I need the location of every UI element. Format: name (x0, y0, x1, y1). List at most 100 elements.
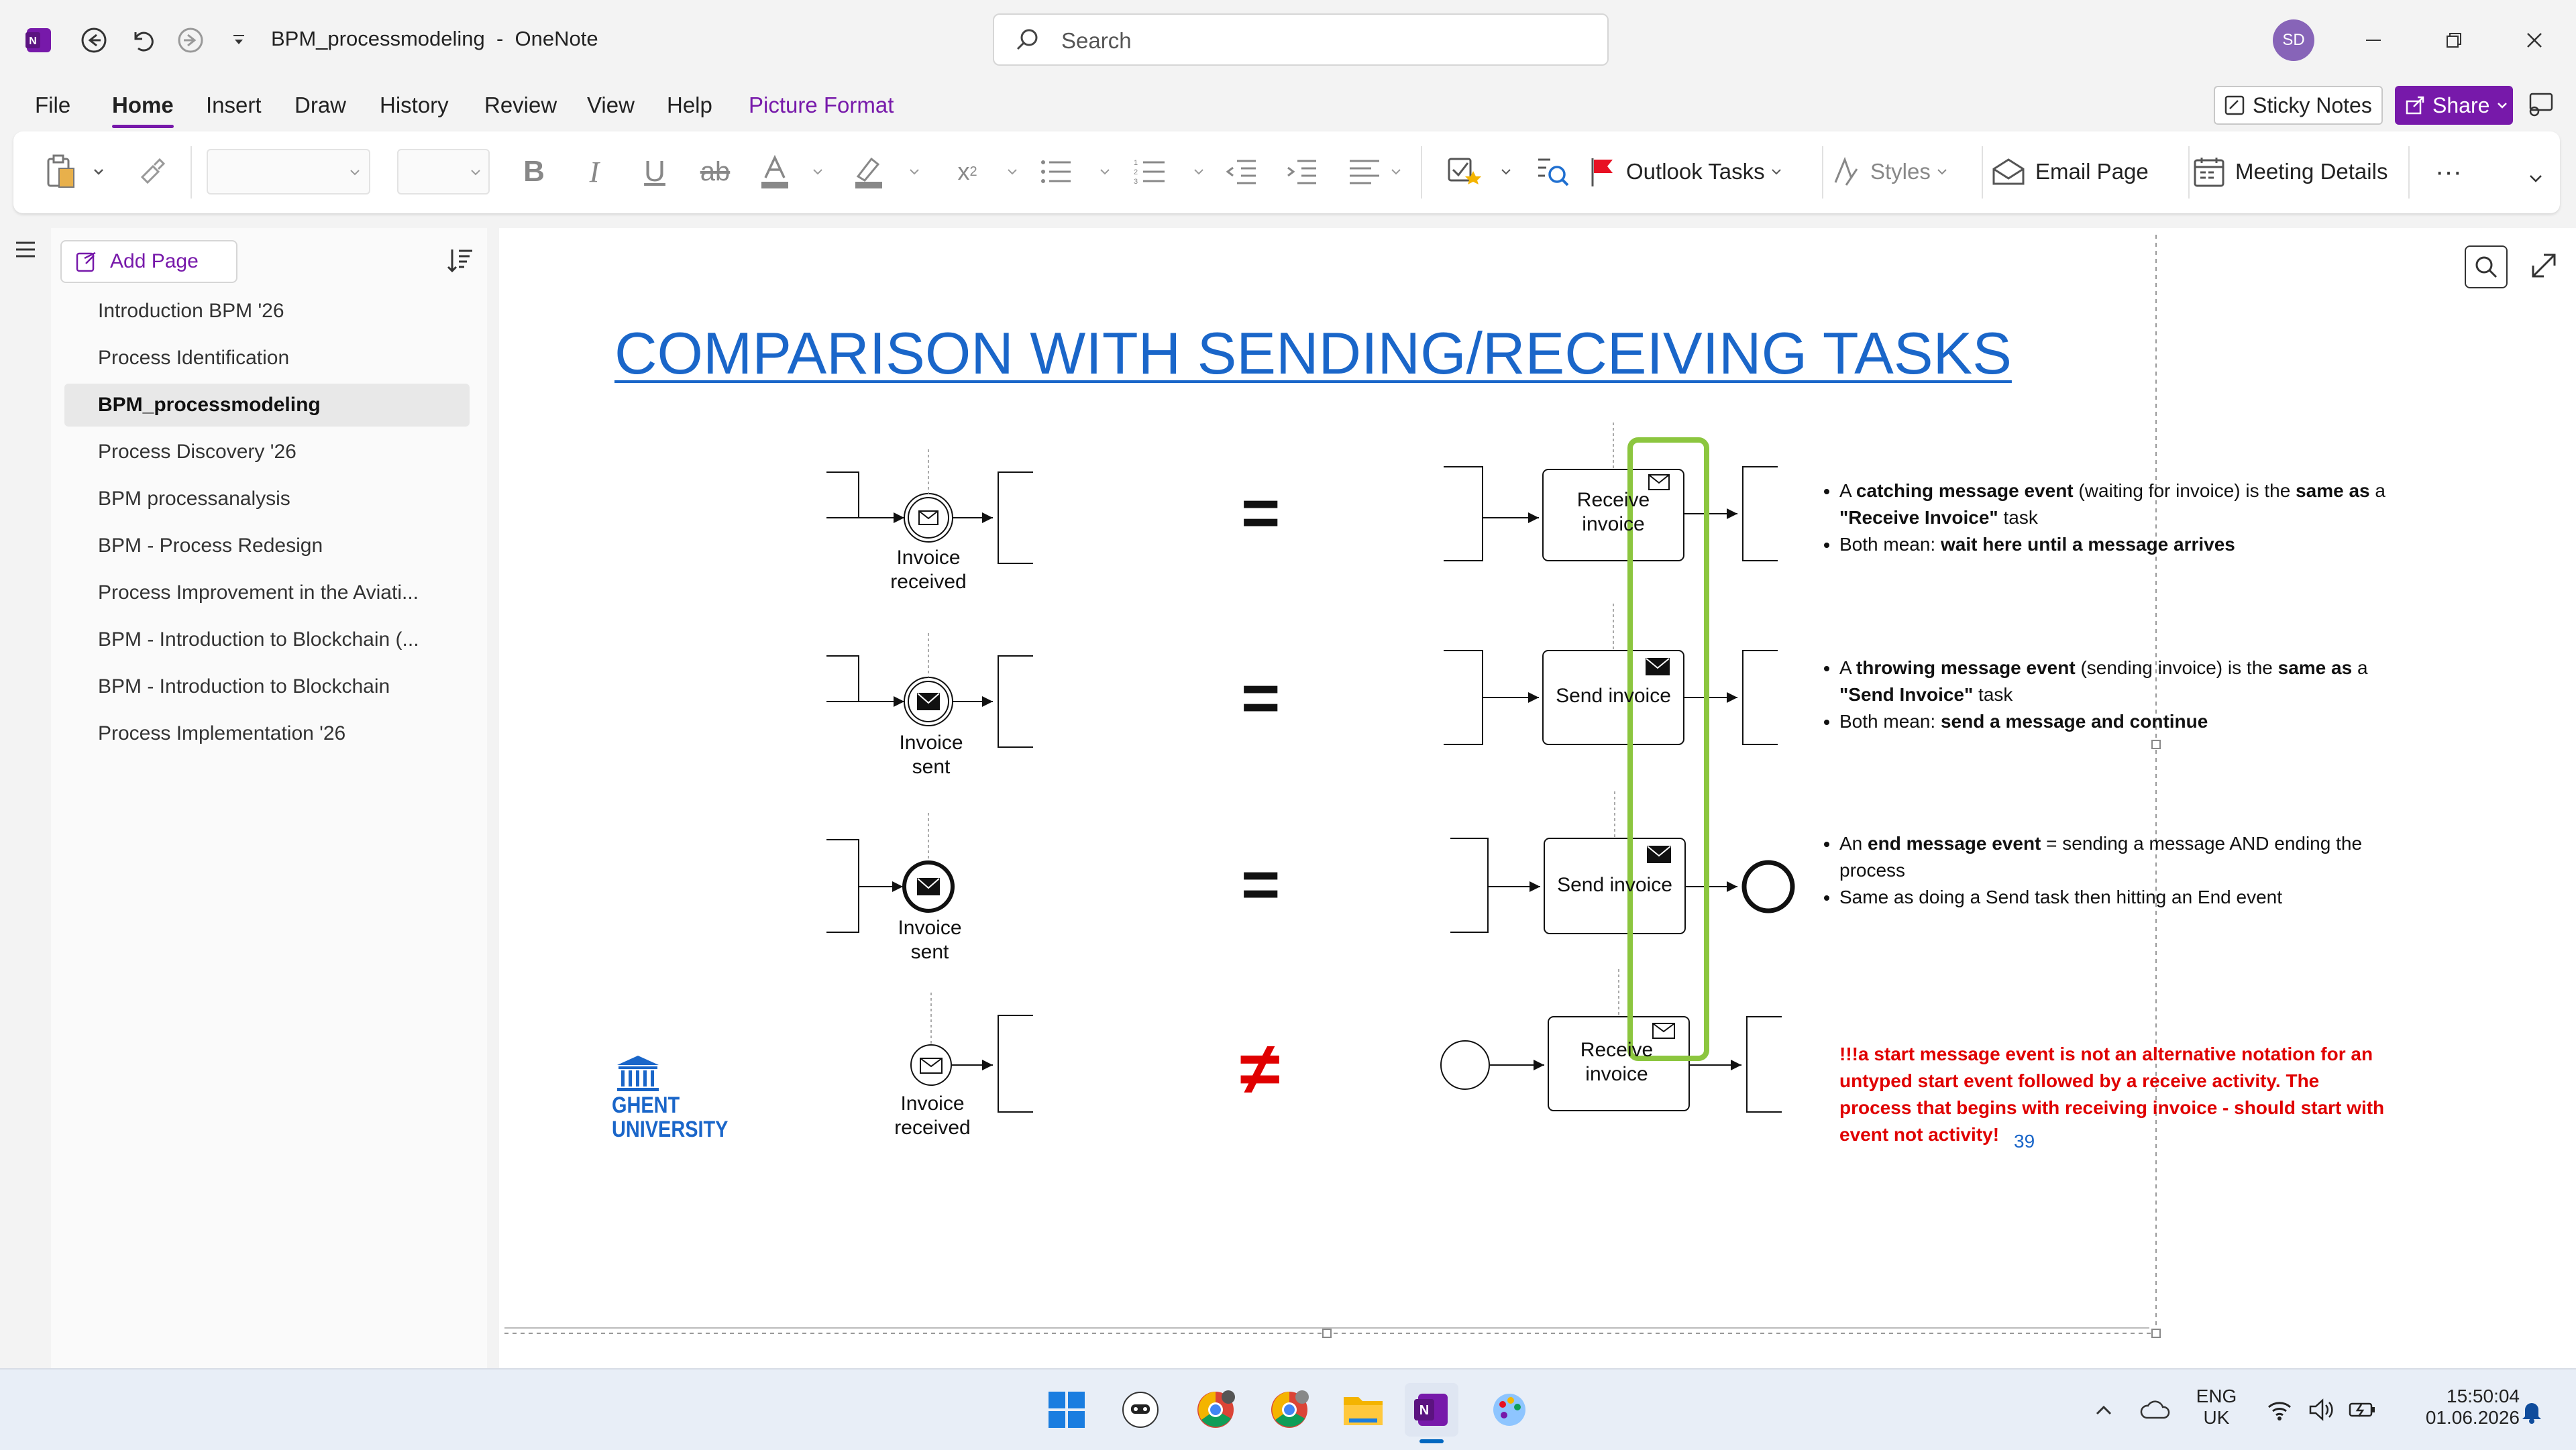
hamburger-icon[interactable] (12, 236, 39, 263)
find-tags-icon[interactable] (1531, 152, 1575, 192)
font-color-icon[interactable] (751, 152, 798, 192)
sort-icon[interactable] (445, 245, 475, 275)
back-icon[interactable] (74, 20, 114, 60)
menu-home[interactable]: Home (112, 93, 174, 118)
university-building-icon (617, 1056, 659, 1091)
menu-file[interactable]: File (35, 93, 70, 118)
font-size-dropdown[interactable] (397, 149, 490, 194)
more-options-icon[interactable]: ··· (2428, 152, 2469, 192)
svg-text:3: 3 (1134, 178, 1138, 185)
italic-icon[interactable]: I (574, 152, 614, 192)
chevron-down-icon[interactable] (1189, 152, 1209, 192)
page-item[interactable]: BPM processanalysis (51, 478, 470, 520)
menu-help[interactable]: Help (667, 93, 712, 118)
volume-icon[interactable] (2308, 1396, 2334, 1423)
paste-dropdown-icon[interactable] (89, 152, 109, 192)
share-button[interactable]: Share (2395, 86, 2513, 125)
cloud-icon[interactable] (2140, 1396, 2171, 1423)
subscript-icon[interactable]: x2 (947, 152, 987, 192)
page-item[interactable]: BPM - Introduction to Blockchain (51, 665, 470, 708)
search-icon (1016, 29, 1038, 50)
page-item[interactable]: Process Identification (51, 337, 470, 380)
styles-label: Styles (1870, 159, 1931, 184)
app-icon[interactable] (1114, 1383, 1167, 1437)
battery-icon[interactable] (2348, 1396, 2377, 1423)
chrome-profile-icon[interactable] (1263, 1383, 1316, 1437)
bold-icon[interactable]: B (514, 152, 554, 192)
page-search-icon[interactable] (2465, 245, 2508, 288)
svg-text:N: N (29, 36, 37, 47)
page-item[interactable]: BPM - Process Redesign (51, 524, 470, 567)
menu-review[interactable]: Review (484, 93, 557, 118)
numbering-icon[interactable]: 12 3 (1130, 152, 1170, 192)
bullet-item: Same as doing a Send task then hitting a… (1839, 884, 2416, 911)
undo-icon[interactable] (122, 20, 162, 60)
paint-icon[interactable] (1483, 1383, 1536, 1437)
chevron-down-icon[interactable] (904, 152, 924, 192)
chevron-down-icon[interactable] (1496, 152, 1516, 192)
chevron-up-icon[interactable] (2090, 1396, 2117, 1423)
quick-access-dropdown-icon[interactable] (219, 20, 259, 60)
highlight-icon[interactable] (845, 152, 892, 192)
feedback-icon[interactable] (2524, 89, 2557, 122)
event-label: Invoice received (890, 547, 967, 593)
ribbon-toolbar: B I U ab x2 123 Outlook Tasks Styles Ema… (13, 131, 2560, 213)
chevron-down-icon[interactable] (1002, 152, 1022, 192)
file-explorer-icon[interactable] (1336, 1383, 1390, 1437)
chrome-icon[interactable] (1189, 1383, 1242, 1437)
chevron-down-icon[interactable] (1095, 152, 1115, 192)
strikethrough-icon[interactable]: ab (695, 152, 735, 192)
menu-picture-format[interactable]: Picture Format (749, 93, 894, 118)
lane-bracket (1450, 838, 1489, 933)
language-indicator[interactable]: ENG UK (2190, 1386, 2243, 1429)
share-label: Share (2432, 93, 2490, 117)
minimize-icon[interactable] (2353, 20, 2394, 60)
decrease-indent-icon[interactable] (1221, 152, 1261, 192)
onenote-taskbar-icon[interactable]: N (1405, 1383, 1458, 1437)
menu-view[interactable]: View (587, 93, 635, 118)
add-page-button[interactable]: Add Page (60, 240, 237, 283)
underline-icon[interactable]: U (635, 152, 675, 192)
page-item[interactable]: Process Improvement in the Aviati... (51, 571, 470, 614)
notification-bell-icon[interactable] (2518, 1398, 2545, 1425)
chevron-down-icon[interactable] (808, 152, 828, 192)
svg-text:2: 2 (1134, 168, 1138, 176)
start-icon[interactable] (1040, 1383, 1093, 1437)
slide-page-number: 39 (2014, 1131, 2035, 1152)
add-page-label: Add Page (110, 250, 199, 272)
calendar-icon (2194, 158, 2224, 187)
menu-history[interactable]: History (380, 93, 449, 118)
restore-icon[interactable] (2434, 20, 2474, 60)
align-icon[interactable] (1344, 152, 1385, 192)
bullets-icon[interactable] (1036, 152, 1076, 192)
search-input[interactable]: Search (993, 13, 1609, 66)
forward-icon[interactable] (170, 20, 211, 60)
avatar[interactable]: SD (2273, 19, 2314, 61)
styles-button[interactable]: Styles (1831, 152, 1979, 192)
chevron-down-icon[interactable] (1386, 152, 1406, 192)
increase-indent-icon[interactable] (1281, 152, 1322, 192)
meeting-details-button[interactable]: Meeting Details (2192, 152, 2407, 192)
expand-ribbon-icon[interactable] (2522, 165, 2549, 192)
page-item-selected[interactable]: BPM_processmodeling (64, 384, 470, 427)
sticky-notes-button[interactable]: Sticky Notes (2214, 86, 2383, 125)
close-icon[interactable] (2514, 20, 2555, 60)
page-item[interactable]: BPM - Introduction to Blockchain (... (51, 618, 470, 661)
page-item[interactable]: Process Implementation '26 (51, 712, 470, 755)
page-item[interactable]: Introduction BPM '26 (51, 290, 470, 333)
equals-sign: = (1241, 661, 1281, 736)
clock[interactable]: 15:50:04 01.06.2026 (2392, 1386, 2520, 1429)
paste-icon[interactable] (39, 152, 83, 192)
email-page-button[interactable]: Email Page (1991, 152, 2186, 192)
font-family-dropdown[interactable] (207, 149, 370, 194)
menu-draw[interactable]: Draw (294, 93, 346, 118)
expand-icon[interactable] (2529, 251, 2559, 280)
wifi-icon[interactable] (2266, 1396, 2293, 1423)
outlook-tasks-button[interactable]: Outlook Tasks (1587, 152, 1809, 192)
menu-insert[interactable]: Insert (206, 93, 262, 118)
lane-bracket (1746, 1016, 1782, 1113)
styles-icon (1834, 156, 1858, 186)
format-painter-icon[interactable] (131, 152, 172, 192)
tag-icon[interactable] (1440, 152, 1493, 192)
page-item[interactable]: Process Discovery '26 (51, 431, 470, 473)
